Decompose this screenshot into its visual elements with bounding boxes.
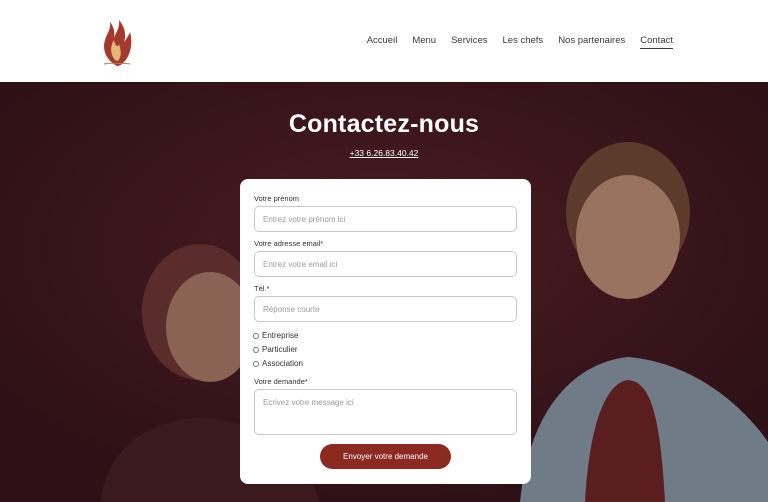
nav-contact[interactable]: Contact (640, 35, 673, 49)
radio-particulier[interactable]: Particulier (253, 345, 298, 354)
nav-accueil[interactable]: Accueil (367, 35, 398, 49)
radio-entreprise[interactable]: Entreprise (253, 331, 298, 340)
nav-nos-partenaires[interactable]: Nos partenaires (558, 35, 625, 49)
radio-label: Entreprise (262, 331, 299, 340)
main-nav: Accueil Menu Services Les chefs Nos part… (367, 35, 673, 49)
email-input[interactable] (254, 251, 517, 277)
radio-circle-icon[interactable] (253, 360, 259, 367)
radio-circle-icon[interactable] (253, 346, 259, 353)
radio-label: Association (262, 359, 303, 368)
submit-button[interactable]: Envoyer votre demande (320, 444, 451, 469)
radio-label: Particulier (262, 345, 298, 354)
nav-les-chefs[interactable]: Les chefs (503, 35, 544, 49)
phone-input[interactable] (254, 296, 517, 322)
first-name-input[interactable] (254, 206, 517, 232)
first-name-label: Votre prénom (254, 194, 300, 203)
request-textarea[interactable] (254, 389, 517, 435)
contact-hero: Contactez-nous +33 6.26.83.40.42 Votre p… (0, 82, 768, 502)
nav-menu[interactable]: Menu (412, 35, 436, 49)
phone-link[interactable]: +33 6.26.83.40.42 (0, 148, 768, 158)
request-label: Votre demande* (254, 377, 308, 386)
contact-form: Votre prénom Votre adresse email* Tél.* … (240, 179, 531, 484)
page-title: Contactez-nous (288, 110, 480, 138)
nav-services[interactable]: Services (451, 35, 487, 49)
site-header: Accueil Menu Services Les chefs Nos part… (0, 0, 768, 82)
radio-circle-icon[interactable] (253, 332, 259, 339)
email-label: Votre adresse email* (254, 239, 324, 248)
flame-hands-logo[interactable] (96, 10, 138, 68)
radio-association[interactable]: Association (253, 359, 303, 368)
phone-label: Tél.* (254, 284, 270, 293)
